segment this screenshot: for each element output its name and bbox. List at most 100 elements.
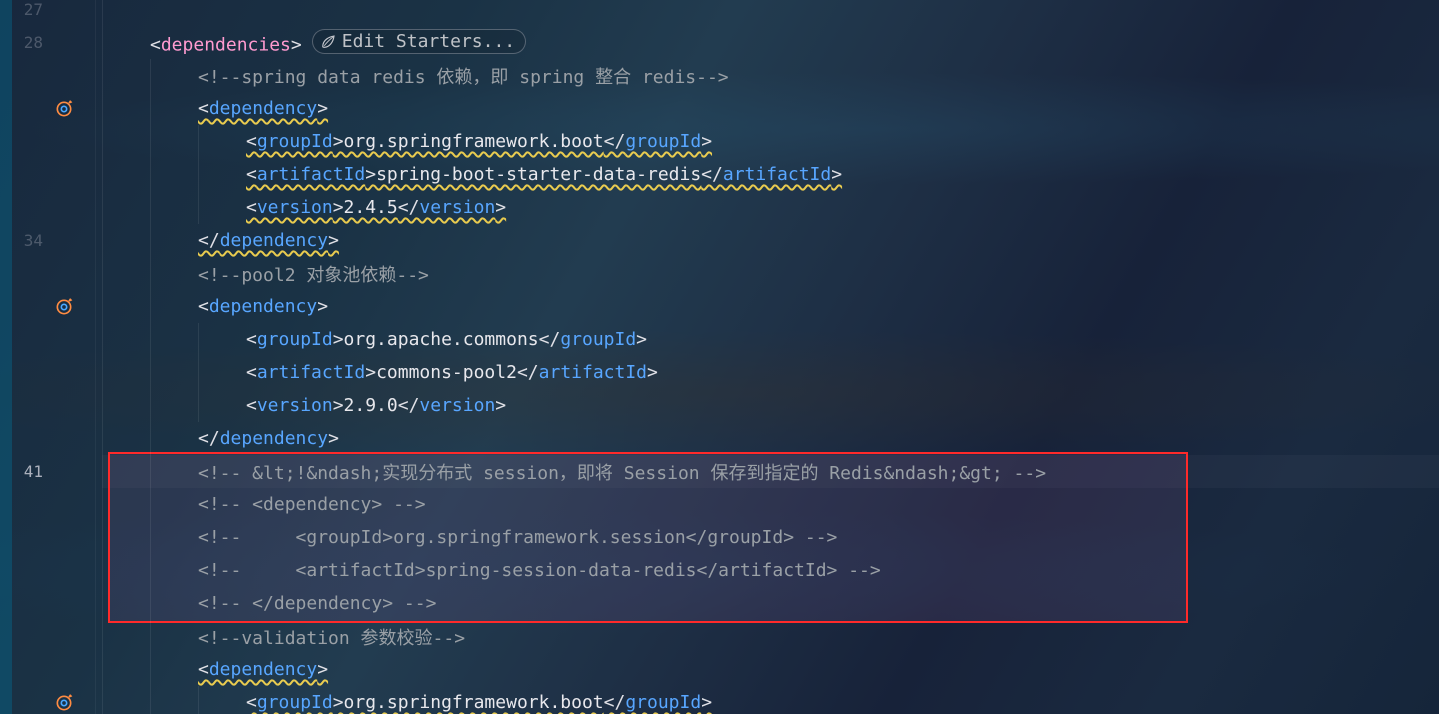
- code-line[interactable]: <artifactId>spring-boot-starter-data-red…: [102, 158, 1439, 191]
- xml-comment: <!-- <artifactId>spring-session-data-red…: [198, 560, 881, 581]
- indent-guide: [102, 0, 150, 26]
- xml-tag-name: version: [257, 395, 333, 416]
- edit-starters-label: Edit Starters...: [342, 31, 515, 52]
- run-gutter-icon[interactable]: [52, 97, 76, 121]
- xml-bracket: </: [198, 428, 220, 449]
- xml-comment: <!-- </dependency> -->: [198, 593, 436, 614]
- code-line[interactable]: <dependency>: [102, 290, 1439, 323]
- xml-tag-name: groupId: [257, 131, 333, 152]
- indent-guide: [102, 554, 150, 587]
- indent-guide: [102, 620, 150, 653]
- indent-guide: [102, 290, 150, 323]
- code-line[interactable]: <!-- <dependency> -->: [102, 488, 1439, 521]
- xml-bracket: >: [647, 362, 658, 383]
- indent-guide: [198, 323, 246, 356]
- indent-guide: [198, 158, 246, 191]
- code-line[interactable]: <artifactId>commons-pool2</artifactId>: [102, 356, 1439, 389]
- indent-guide: [102, 224, 150, 257]
- line-number: 28: [3, 33, 43, 52]
- xml-comment: <!--spring data redis 依赖，即 spring 整合 red…: [198, 67, 729, 88]
- xml-bracket: <: [246, 329, 257, 350]
- xml-tag-name: groupId: [560, 329, 636, 350]
- xml-tag-name: dependency: [220, 230, 328, 251]
- code-line[interactable]: <!-- <groupId>org.springframework.sessio…: [102, 521, 1439, 554]
- indent-guide: [198, 686, 246, 714]
- xml-bracket: >: [701, 692, 712, 713]
- indent-guide: [150, 257, 198, 290]
- xml-bracket: </: [604, 692, 626, 713]
- indent-guide: [102, 488, 150, 521]
- code-line[interactable]: </dependency>: [102, 224, 1439, 257]
- indent-guide: [102, 125, 150, 158]
- indent-guide: [102, 356, 150, 389]
- xml-bracket: >: [333, 197, 344, 218]
- code-line[interactable]: <!-- </dependency> -->: [102, 587, 1439, 620]
- indent-guide: [102, 158, 150, 191]
- xml-tag-name: groupId: [625, 131, 701, 152]
- xml-bracket: <: [198, 296, 209, 317]
- code-line[interactable]: <dependencies>Edit Starters...: [102, 26, 1439, 59]
- xml-tag-name: artifactId: [257, 362, 365, 383]
- indent-guide: [150, 290, 198, 323]
- run-gutter-icon[interactable]: [52, 691, 76, 714]
- indent-guide: [150, 92, 198, 125]
- xml-text: spring-boot-starter-data-redis: [376, 164, 701, 185]
- code-line[interactable]: <dependency>: [102, 92, 1439, 125]
- xml-bracket: >: [333, 395, 344, 416]
- edit-starters-button[interactable]: Edit Starters...: [312, 29, 526, 54]
- xml-tag-name: version: [419, 197, 495, 218]
- xml-tag-name: artifactId: [723, 164, 831, 185]
- code-line[interactable]: </dependency>: [102, 422, 1439, 455]
- editor-gutter: 27283441: [0, 0, 96, 714]
- indent-guide: [150, 389, 198, 422]
- xml-bracket: <: [198, 659, 209, 680]
- code-line[interactable]: <groupId>org.apache.commons</groupId>: [102, 323, 1439, 356]
- leaf-icon: [319, 33, 337, 51]
- xml-tag-name: groupId: [257, 329, 333, 350]
- indent-guide: [150, 224, 198, 257]
- xml-tag-name: version: [257, 197, 333, 218]
- code-line[interactable]: <!--spring data redis 依赖，即 spring 整合 red…: [102, 59, 1439, 92]
- xml-tag-name: dependency: [209, 98, 317, 119]
- xml-bracket: >: [701, 131, 712, 152]
- code-line[interactable]: <!--pool2 对象池依赖-->: [102, 257, 1439, 290]
- xml-bracket: <: [246, 131, 257, 152]
- xml-tag-name: dependencies: [161, 35, 291, 56]
- code-line[interactable]: <!-- &lt;!&ndash;实现分布式 session，即将 Sessio…: [102, 455, 1439, 488]
- xml-bracket: >: [317, 296, 328, 317]
- indent-guide: [102, 587, 150, 620]
- xml-bracket: </: [198, 230, 220, 251]
- indent-guide: [198, 191, 246, 224]
- indent-guide: [102, 59, 150, 92]
- xml-tag-name: artifactId: [539, 362, 647, 383]
- xml-comment: <!-- <groupId>org.springframework.sessio…: [198, 527, 837, 548]
- code-line[interactable]: <!-- <artifactId>spring-session-data-red…: [102, 554, 1439, 587]
- xml-bracket: <: [246, 692, 257, 713]
- code-line[interactable]: <version>2.9.0</version>: [102, 389, 1439, 422]
- xml-tag-name: dependency: [209, 296, 317, 317]
- run-gutter-icon[interactable]: [52, 295, 76, 319]
- indent-guide: [150, 191, 198, 224]
- xml-tag-name: dependency: [209, 659, 317, 680]
- xml-comment: <!--pool2 对象池依赖-->: [198, 265, 429, 286]
- editor-code-area[interactable]: <dependencies>Edit Starters...<!--spring…: [102, 0, 1439, 714]
- code-line[interactable]: <groupId>org.springframework.boot</group…: [102, 125, 1439, 158]
- indent-guide: [150, 422, 198, 455]
- indent-guide: [150, 554, 198, 587]
- xml-comment: <!-- &lt;!&ndash;实现分布式 session，即将 Sessio…: [198, 463, 1046, 484]
- indent-guide: [102, 422, 150, 455]
- xml-bracket: </: [539, 329, 561, 350]
- code-line[interactable]: <version>2.4.5</version>: [102, 191, 1439, 224]
- indent-guide: [102, 191, 150, 224]
- xml-bracket: </: [517, 362, 539, 383]
- code-line[interactable]: [102, 0, 1439, 26]
- code-line[interactable]: <!--validation 参数校验-->: [102, 620, 1439, 653]
- xml-bracket: >: [328, 428, 339, 449]
- xml-bracket: >: [317, 659, 328, 680]
- indent-guide: [102, 653, 150, 686]
- code-line[interactable]: <dependency>: [102, 653, 1439, 686]
- xml-bracket: >: [495, 197, 506, 218]
- indent-guide: [102, 26, 150, 59]
- code-line[interactable]: <groupId>org.springframework.boot</group…: [102, 686, 1439, 714]
- xml-text: 2.9.0: [344, 395, 398, 416]
